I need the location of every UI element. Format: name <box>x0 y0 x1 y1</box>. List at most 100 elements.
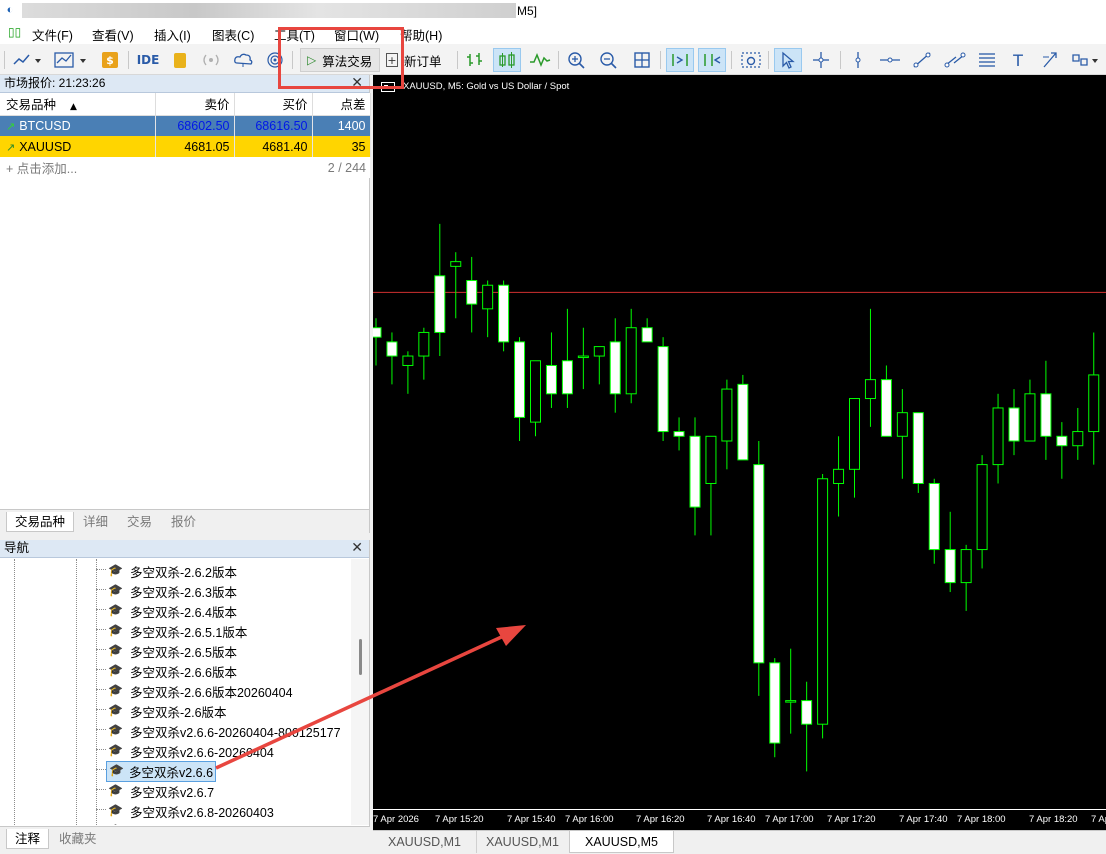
expert-advisor-icon: 🎓 <box>108 703 123 717</box>
tab-details[interactable]: 详细 <box>83 512 108 532</box>
screenshot-icon[interactable] <box>738 48 764 72</box>
close-icon[interactable]: ✕ <box>351 540 363 557</box>
navigator-item[interactable]: 🎓 多空双杀-2.6.5.1版本 <box>96 620 352 640</box>
candle-body-bull <box>896 412 908 437</box>
expert-advisor-icon: 🎓 <box>108 643 123 657</box>
tree-connector <box>96 669 106 670</box>
auto-scroll-icon[interactable] <box>666 48 694 72</box>
column-header-bid[interactable]: 卖价 <box>155 93 235 116</box>
tab-trading[interactable]: 交易 <box>127 512 152 532</box>
arrows-icon[interactable] <box>1038 48 1062 72</box>
line-chart-dropdown-icon[interactable] <box>10 48 44 72</box>
zoom-in-icon[interactable] <box>565 48 589 72</box>
line-chart-icon[interactable] <box>527 48 553 72</box>
up-arrow-icon: ↗ <box>6 140 16 154</box>
navigator-item[interactable]: 🎓 多空双杀-2.6.5版本 <box>96 640 352 660</box>
time-axis-label: 7 Apr 15:20 <box>435 814 484 825</box>
chart-tab-xauusd-m5[interactable]: XAUUSD,M5 <box>569 831 674 853</box>
menu-window[interactable]: 窗口(W) <box>334 25 379 44</box>
navigator-item[interactable]: 🎓 多空双杀v2.6.7 <box>96 780 352 800</box>
navigator-item[interactable]: 🎓 多空双杀-2.6.2版本 <box>96 560 352 580</box>
tab-favorites[interactable]: 收藏夹 <box>59 829 97 849</box>
channel-icon[interactable] <box>942 48 968 72</box>
navigator-item-label: 多空双杀-2.6.5.1版本 <box>130 626 248 640</box>
market-bag-icon[interactable] <box>170 48 190 72</box>
crosshair-icon[interactable] <box>808 48 834 72</box>
scroll-thumb[interactable] <box>359 639 362 675</box>
expert-advisor-icon: 🎓 <box>108 823 124 825</box>
zoom-out-icon[interactable] <box>597 48 621 72</box>
tab-common[interactable]: 注释 <box>6 829 50 849</box>
navigator-item[interactable]: 🎓 多空双杀v2.6.6-20260404 <box>96 740 352 760</box>
signal-icon[interactable] <box>198 48 224 72</box>
tab-symbols[interactable]: 交易品种 <box>6 512 75 532</box>
column-header-symbol[interactable]: 交易品种 ▲ <box>0 93 156 116</box>
trend-line-icon[interactable] <box>910 48 934 72</box>
candle <box>545 332 557 408</box>
navigator-item[interactable]: 🎓 多空双杀v2.6.6 <box>96 760 352 782</box>
chart-window[interactable]: XAUUSD, M5: Gold vs US Dollar / Spot 7 A… <box>373 75 1106 830</box>
candle-body-bear <box>498 284 510 343</box>
chart-tab-xauusd-m1-2[interactable]: XAUUSD,M1 <box>471 831 575 853</box>
table-row[interactable]: ↗ BTCUSD 68602.50 68616.50 1400 <box>0 115 371 136</box>
symbol-count: 2 / 244 <box>312 157 370 178</box>
candle-body-bear <box>373 327 382 338</box>
tree-connector <box>96 589 106 590</box>
vertical-line-icon[interactable] <box>846 48 870 72</box>
bar-chart-icon[interactable] <box>463 48 487 72</box>
navigator-item[interactable]: 🎓 多空双杀-2.6.4版本 <box>96 600 352 620</box>
candlestick-plot[interactable] <box>373 75 1106 809</box>
tab-ticks[interactable]: 报价 <box>171 512 196 532</box>
add-symbol-row[interactable]: + 点击添加... 2 / 244 <box>0 157 370 178</box>
navigator-item[interactable]: 🎓 多空双杀v2.6.8-20260403 <box>96 800 352 820</box>
navigator-item[interactable]: 🎓 多空双杀-2.6.9-... <box>96 820 352 825</box>
expert-advisor-icon: 🎓 <box>108 563 123 577</box>
menu-view[interactable]: 查看(V) <box>92 25 134 44</box>
symbol-cell: BTCUSD <box>19 118 71 133</box>
cloud-icon[interactable] <box>231 48 255 72</box>
expert-advisor-icon: 🎓 <box>108 783 123 797</box>
chart-tab-xauusd-m1[interactable]: XAUUSD,M1 <box>373 831 477 853</box>
chart-tabs: XAUUSD,M1 XAUUSD,M1 XAUUSD,M5 <box>373 830 1106 854</box>
new-order-button[interactable]: + 新订单 <box>386 48 452 72</box>
shapes-dropdown-icon[interactable] <box>1068 48 1102 72</box>
vps-icon[interactable] <box>263 48 287 72</box>
algo-trading-button[interactable]: ▷ 算法交易 <box>300 48 380 72</box>
navigator-item[interactable]: 🎓 多空双杀-2.6.6版本 <box>96 660 352 680</box>
candle-body-bear <box>912 412 924 484</box>
chart-shift-icon[interactable] <box>698 48 726 72</box>
candlestick-chart-icon[interactable] <box>493 48 521 72</box>
candle <box>514 337 526 441</box>
menu-charts[interactable]: 图表(C) <box>212 25 254 44</box>
ide-button[interactable]: IDE <box>134 48 162 72</box>
navigator-item[interactable]: 🎓 多空双杀v2.6.6-20260404-800125177 <box>96 720 352 740</box>
menu-tools[interactable]: 工具(T) <box>274 25 315 44</box>
column-header-spread[interactable]: 点差 <box>312 93 371 116</box>
menu-insert[interactable]: 插入(I) <box>154 25 191 44</box>
candle-body-bear <box>657 346 669 433</box>
text-tool-icon[interactable]: T <box>1006 48 1030 72</box>
chart-icon[interactable]: ▯▯ <box>8 25 21 39</box>
menu-help[interactable]: 帮助(H) <box>400 25 442 44</box>
navigator-scrollbar[interactable] <box>351 559 369 825</box>
menu-file[interactable]: 文件(F) <box>32 25 73 44</box>
bid-cell: 68602.50 <box>155 115 235 136</box>
add-symbol-label[interactable]: + 点击添加... <box>0 157 312 178</box>
candle-body-bull <box>418 331 430 357</box>
column-header-ask[interactable]: 买价 <box>234 93 313 116</box>
horizontal-line-icon[interactable] <box>877 48 903 72</box>
coin-icon[interactable]: $ <box>99 48 121 72</box>
tile-windows-icon[interactable] <box>630 48 654 72</box>
cursor-icon[interactable] <box>774 48 802 72</box>
navigator-item[interactable]: 🎓 多空双杀-2.6版本 <box>96 700 352 720</box>
fibonacci-icon[interactable] <box>974 48 1000 72</box>
table-row[interactable]: ↗ XAUUSD 4681.05 4681.40 35 <box>0 136 371 157</box>
candle-body-bull <box>593 346 605 357</box>
spread-cell: 1400 <box>312 115 371 136</box>
chart-template-dropdown-icon[interactable] <box>52 48 90 72</box>
close-icon[interactable]: ✕ <box>351 75 363 92</box>
navigator-item[interactable]: 🎓 多空双杀-2.6.6版本20260404 <box>96 680 352 700</box>
navigator-item[interactable]: 🎓 多空双杀-2.6.3版本 <box>96 580 352 600</box>
toolbar-separator <box>840 51 841 69</box>
candle <box>1040 360 1052 460</box>
